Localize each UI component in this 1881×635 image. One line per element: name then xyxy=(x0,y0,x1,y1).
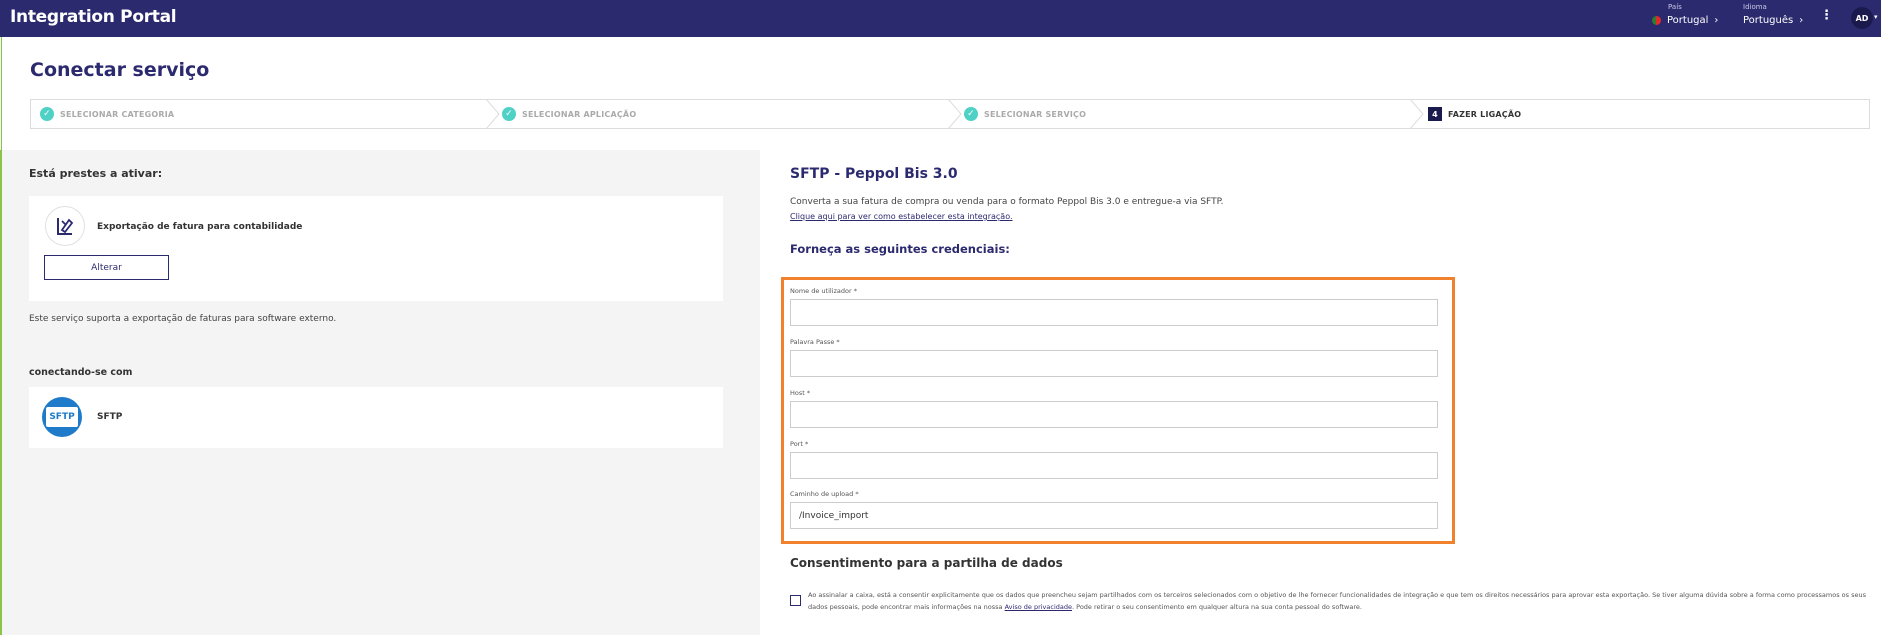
credentials-heading: Forneça as seguintes credenciais: xyxy=(790,242,1010,256)
chevron-right-icon: › xyxy=(1714,15,1719,26)
step-label: FAZER LIGAÇÃO xyxy=(1448,109,1522,119)
step-label: SELECIONAR CATEGORIA xyxy=(60,109,175,119)
step-separator xyxy=(486,99,500,129)
language-value: Português xyxy=(1743,15,1794,26)
service-title: SFTP - Peppol Bis 3.0 xyxy=(790,166,958,182)
username-field: Nome de utilizador * xyxy=(790,287,1438,326)
service-card: Exportação de fatura para contabilidade … xyxy=(29,196,723,301)
upload-path-input[interactable]: /Invoice_import xyxy=(790,502,1438,529)
privacy-notice-link[interactable]: Aviso de privacidade xyxy=(1005,603,1072,611)
host-field: Host * xyxy=(790,389,1438,428)
chevron-right-icon: › xyxy=(1799,15,1804,26)
service-description: Converta a sua fatura de compra ou venda… xyxy=(790,197,1224,207)
more-menu-icon[interactable]: ⋮ xyxy=(1820,8,1833,26)
step-number: 4 xyxy=(1428,107,1442,121)
step-select-service[interactable]: ✓ SELECIONAR SERVIÇO xyxy=(964,100,1086,128)
support-note: Este serviço suporta a exportação de fat… xyxy=(29,314,337,324)
step-make-connection[interactable]: 4 FAZER LIGAÇÃO xyxy=(1428,100,1521,128)
brand-title[interactable]: Integration Portal xyxy=(10,7,177,27)
help-link[interactable]: Clique aqui para ver como estabelecer es… xyxy=(790,212,1013,221)
chevron-down-icon[interactable]: ▾ xyxy=(1874,13,1878,21)
port-input[interactable] xyxy=(790,452,1438,479)
check-icon: ✓ xyxy=(964,107,978,121)
check-icon: ✓ xyxy=(502,107,516,121)
host-input[interactable] xyxy=(790,401,1438,428)
upload-path-field: Caminho de upload * /Invoice_import xyxy=(790,490,1438,529)
step-select-application[interactable]: ✓ SELECIONAR APLICAÇÃO xyxy=(502,100,636,128)
portugal-flag-icon xyxy=(1652,16,1661,25)
page-title: Conectar serviço xyxy=(30,59,210,81)
target-service-card: SFTP SFTP xyxy=(29,387,723,448)
step-label: SELECIONAR APLICAÇÃO xyxy=(522,109,637,119)
field-label: Host * xyxy=(790,389,811,397)
sftp-logo: SFTP xyxy=(42,397,82,437)
field-label: Port * xyxy=(790,440,809,448)
username-input[interactable] xyxy=(790,299,1438,326)
left-panel: Está prestes a ativar: Exportação de fat… xyxy=(0,150,760,635)
country-value: Portugal xyxy=(1667,15,1709,26)
page-header: Conectar serviço ✓ SELECIONAR CATEGORIA … xyxy=(1,37,1881,150)
consent-checkbox[interactable] xyxy=(790,595,801,606)
invoice-export-icon xyxy=(45,206,85,246)
sftp-logo-text: SFTP xyxy=(46,407,78,427)
step-select-category[interactable]: ✓ SELECIONAR CATEGORIA xyxy=(40,100,174,128)
right-panel: SFTP - Peppol Bis 3.0 Converta a sua fat… xyxy=(760,150,1881,635)
country-caption: País xyxy=(1668,3,1682,11)
top-bar: Integration Portal País Portugal › Idiom… xyxy=(0,0,1881,37)
stepper: ✓ SELECIONAR CATEGORIA ✓ SELECIONAR APLI… xyxy=(30,99,1870,129)
avatar[interactable]: AD xyxy=(1851,7,1873,29)
consent-heading: Consentimento para a partilha de dados xyxy=(790,556,1063,570)
consent-text-part-2: . Pode retirar o seu consentimento em qu… xyxy=(1072,603,1362,611)
port-field: Port * xyxy=(790,440,1438,479)
password-input[interactable] xyxy=(790,350,1438,377)
service-name: Exportação de fatura para contabilidade xyxy=(97,222,303,232)
about-heading: Está prestes a ativar: xyxy=(29,167,163,180)
password-field: Palavra Passe * xyxy=(790,338,1438,377)
connecting-heading: conectando-se com xyxy=(29,367,133,378)
check-icon: ✓ xyxy=(40,107,54,121)
step-label: SELECIONAR SERVIÇO xyxy=(984,109,1087,119)
language-caption: Idioma xyxy=(1743,3,1767,11)
field-label: Nome de utilizador * xyxy=(790,287,857,295)
field-label: Caminho de upload * xyxy=(790,490,859,498)
consent-text: Ao assinalar a caixa, está a consentir e… xyxy=(808,589,1868,613)
step-separator xyxy=(1410,99,1424,129)
step-separator xyxy=(948,99,962,129)
field-label: Palavra Passe * xyxy=(790,338,840,346)
change-button[interactable]: Alterar xyxy=(44,255,169,280)
target-service-name: SFTP xyxy=(97,412,123,422)
